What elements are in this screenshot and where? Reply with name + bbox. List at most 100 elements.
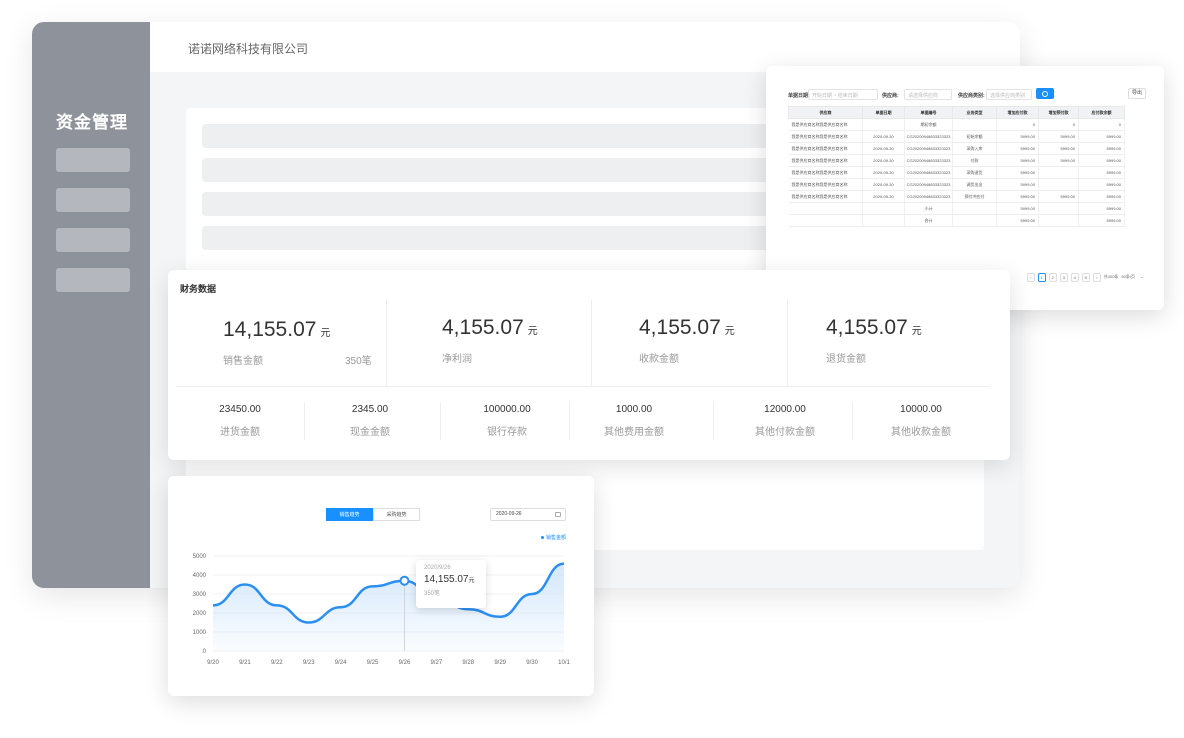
stat-divider	[304, 402, 305, 440]
tab-sales-trend[interactable]: 销售趋势	[326, 508, 373, 521]
screenshot-stage: 资金管理 诺诺网络科技有限公司 单据日期: 开始日期 ~ 结束日期 供应商: 请	[0, 0, 1184, 738]
chart-tooltip: 2020/9/26 14,155.07元 350笔	[416, 560, 486, 608]
highlight-point[interactable]	[399, 575, 410, 586]
stat-label: 其他付款金额	[755, 427, 815, 438]
sidebar-item-placeholder[interactable]	[56, 268, 130, 292]
stat-label: 其他收款金额	[891, 427, 951, 438]
table-row[interactable]: 小计 5999.00 5999.00	[788, 202, 1125, 215]
stat-divider	[713, 402, 714, 440]
stat-cash-amount: 2345.00 现金金额	[310, 404, 430, 438]
table-row[interactable]: 合计 5999.00 5999.00	[788, 214, 1125, 227]
date-value: 2020-09-26	[496, 511, 522, 517]
table-row[interactable]: 我是供应商名称我是供应商名称 2020-09-30 CG20200948833323…	[788, 166, 1125, 179]
sidebar: 资金管理	[32, 22, 150, 588]
table-cell	[952, 214, 997, 227]
table-row[interactable]: 我是供应商名称我是供应商名称 2020-09-30 CG20200948833323…	[788, 130, 1125, 143]
table-cell	[862, 214, 905, 227]
table-cell	[952, 118, 997, 131]
table-cell	[788, 202, 863, 215]
y-tick-label: 4000	[193, 573, 207, 579]
table-cell: 采购退货	[952, 166, 997, 179]
table-row[interactable]: 我是供应商名称我是供应商名称 2020-09-30 CG20200948833323…	[788, 142, 1125, 155]
page-button[interactable]: 2	[1048, 272, 1057, 282]
page-button[interactable]: 5	[1081, 272, 1090, 282]
column-header: 增加预付款	[1038, 106, 1079, 119]
table-cell: 预付冲应付	[952, 190, 997, 203]
table-cell: 我是供应商名称我是供应商名称	[788, 166, 863, 179]
search-button[interactable]	[1036, 88, 1054, 99]
stat-unit: 元	[320, 328, 331, 339]
tab-purchase-trend[interactable]: 采购趋势	[373, 508, 420, 521]
column-header: 单据编号	[904, 106, 953, 119]
stat-label: 进货金额	[220, 427, 260, 438]
table-cell: CG20200948833323323	[904, 130, 953, 143]
table-row[interactable]: 我是供应商名称我是供应商名称 2020-09-30 CG20200948833323…	[788, 154, 1125, 167]
date-range-input[interactable]: 开始日期 ~ 结束日期	[808, 89, 878, 100]
table-cell: 5999.00	[1078, 142, 1125, 155]
stat-label: 银行存款	[487, 427, 527, 438]
table-cell: 5999.00	[996, 142, 1039, 155]
stat-label: 现金金额	[350, 427, 390, 438]
x-tick-label: 9/21	[239, 660, 251, 666]
stat-other-expense: 1000.00 其他费用金额	[574, 404, 694, 438]
stat-divider	[852, 402, 853, 440]
stat-value: 4,155.07	[639, 316, 721, 339]
page-button[interactable]: 1	[1037, 272, 1046, 282]
table-cell	[952, 202, 997, 215]
stat-value: 12000.00	[764, 404, 806, 415]
table-cell: 2020-09-30	[862, 166, 905, 179]
page-size-select[interactable]: 50条/页	[1121, 273, 1135, 282]
table-cell: CG20200948833323323	[904, 178, 953, 191]
sales-count: 350笔	[345, 356, 372, 367]
stat-unit: 元	[724, 326, 735, 337]
table-cell: 5999.00	[996, 190, 1039, 203]
page-button[interactable]: 4	[1070, 272, 1079, 282]
column-header: 应付款余额	[1078, 106, 1125, 119]
sidebar-item-placeholder[interactable]	[56, 228, 130, 252]
table-row[interactable]: 我是供应商名称我是供应商名称 2020-09-30 CG20200948833323…	[788, 190, 1125, 203]
stat-value: 100000.00	[483, 404, 531, 415]
table-cell: 5999.00	[1078, 190, 1125, 203]
table-cell: 付款	[952, 154, 997, 167]
stat-value: 14,155.07	[223, 318, 317, 341]
finance-panel: 财务数据 14,155.07 元 销售金额 350笔 4,155.07 元 净利润 …	[168, 270, 1010, 460]
table-cell	[862, 202, 905, 215]
stat-value: 10000.00	[900, 404, 942, 415]
column-header: 供应商	[788, 106, 863, 119]
sidebar-item-placeholder[interactable]	[56, 188, 130, 212]
prev-page-icon[interactable]: ‹	[1026, 272, 1035, 282]
trend-tabs: 销售趋势 采购趋势	[326, 508, 420, 521]
next-page-icon[interactable]: ›	[1092, 272, 1101, 282]
legend-marker	[540, 536, 544, 540]
table-cell: 2020-09-30	[862, 154, 905, 167]
supplier-select[interactable]: 请选择供应商	[904, 89, 952, 100]
export-button[interactable]: 导出	[1128, 88, 1146, 99]
stat-label: 销售金额	[223, 356, 263, 367]
sidebar-item-placeholder[interactable]	[56, 148, 130, 172]
table-cell: 5999.00	[996, 202, 1039, 215]
table-cell: 我是供应商名称我是供应商名称	[788, 118, 863, 131]
stat-divider	[569, 402, 570, 440]
table-row[interactable]: 我是供应商名称我是供应商名称 期初余额 0 0 0	[788, 118, 1125, 131]
chevron-down-icon[interactable]: ⌄	[1138, 273, 1146, 282]
column-header: 业务类型	[952, 106, 997, 119]
table-cell: 采购入库	[952, 142, 997, 155]
stat-divider	[787, 300, 788, 386]
table-cell: CG20200948833323323	[904, 190, 953, 203]
supplier-type-select[interactable]: 选择供应商类别	[986, 89, 1032, 100]
x-tick-label: 10/1	[558, 660, 570, 666]
table-cell: 5999.00	[1038, 190, 1079, 203]
stat-value: 4,155.07	[826, 316, 908, 339]
table-cell: 我是供应商名称我是供应商名称	[788, 178, 863, 191]
table-cell	[788, 214, 863, 227]
date-picker[interactable]: 2020-09-26	[490, 508, 566, 521]
table-cell: 5999.00	[1078, 154, 1125, 167]
x-tick-label: 9/22	[271, 660, 283, 666]
stat-sales-amount: 14,155.07 元 销售金额	[223, 318, 331, 367]
chart-legend: 销售金额	[540, 534, 566, 541]
table-cell: 小计	[904, 202, 953, 215]
y-tick-label: 0	[203, 649, 207, 655]
page-button[interactable]: 3	[1059, 272, 1068, 282]
table-row[interactable]: 我是供应商名称我是供应商名称 2020-09-30 CG20200948833323…	[788, 178, 1125, 191]
table-cell: 合计	[904, 214, 953, 227]
